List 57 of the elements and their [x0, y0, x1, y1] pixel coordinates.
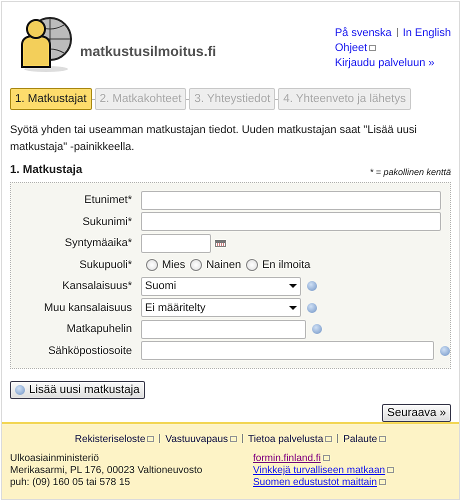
- external-link-icon: [230, 436, 238, 442]
- field-label: Muu kansalaisuus: [42, 300, 133, 315]
- radio-label: Mies: [162, 258, 186, 272]
- dropdown-value: Suomi: [145, 279, 176, 294]
- external-link[interactable]: formin.finland.fi: [253, 453, 321, 464]
- external-link-icon: [325, 436, 332, 442]
- field-label: Syntymäaika*: [64, 236, 133, 250]
- required-note: * = pakollinen kenttä: [370, 166, 451, 179]
- input-field[interactable]: [141, 212, 441, 232]
- field-label: Etunimet*: [83, 193, 133, 208]
- radio-button[interactable]: [190, 258, 202, 271]
- footer-link[interactable]: Vastuuvapaus: [165, 434, 228, 445]
- help-icon[interactable]: [312, 324, 322, 334]
- instruction-text: Syötä yhden tai useamman matkustajan tiedot. Uuden matkustajan saat "Lisää uusi matkustaja" -painikkeella.: [9, 123, 418, 156]
- radio-button[interactable]: [246, 258, 258, 271]
- dropdown-field[interactable]: Suomi: [141, 276, 301, 296]
- external-link-icon: [322, 455, 330, 461]
- login-link[interactable]: Kirjaudu palveluun »: [334, 57, 434, 69]
- footer-link[interactable]: Tietoa palvelusta: [248, 434, 324, 445]
- radio-button[interactable]: [146, 258, 158, 271]
- help-icon[interactable]: [440, 346, 450, 356]
- address-text: Merikasarmi, PL 176, 00023 Valtioneuvosto: [10, 465, 204, 477]
- help-link[interactable]: Ohjeet: [334, 42, 368, 54]
- site-title: matkustusilmoitus.fi: [80, 42, 216, 61]
- field-label: Sähköpostiosoite: [47, 344, 133, 358]
- external-link[interactable]: Suomen edustustot maittain: [253, 477, 377, 488]
- external-link[interactable]: Vinkkejä turvalliseen matkaan: [253, 465, 386, 476]
- external-link-icon: [379, 436, 386, 442]
- field-label: Kansalaisuus*: [61, 279, 133, 294]
- next-button[interactable]: Seuraava »: [382, 404, 451, 422]
- add-traveler-button[interactable]: Lisää uusi matkustaja: [10, 380, 145, 398]
- dropdown-value: Ei määritelty: [145, 300, 206, 316]
- field-label: Sukunimi*: [81, 214, 133, 229]
- step-tab[interactable]: 1. Matkustajat: [10, 88, 92, 110]
- calendar-icon: [215, 240, 226, 247]
- caret-icon: [289, 306, 297, 310]
- footer-link[interactable]: Rekisteriseloste: [74, 434, 146, 445]
- address-text: puh: (09) 160 05 tai 578 15: [10, 477, 132, 489]
- dropdown-field[interactable]: Ei määritelty: [141, 298, 301, 318]
- address-text: Ulkoasiainministeriö: [10, 453, 100, 465]
- external-link-icon: [369, 45, 376, 51]
- help-icon[interactable]: [307, 281, 317, 292]
- input-field[interactable]: [141, 190, 441, 210]
- footer-link[interactable]: Palaute: [343, 434, 378, 445]
- field-label: Matkapuhelin: [66, 322, 133, 336]
- radio-label: Nainen: [206, 258, 242, 272]
- date-field[interactable]: [141, 234, 211, 253]
- language-link[interactable]: På svenska: [334, 27, 392, 39]
- language-link[interactable]: In English: [402, 27, 451, 39]
- external-link-icon: [147, 436, 154, 442]
- input-field[interactable]: [141, 341, 434, 360]
- help-icon[interactable]: [307, 302, 317, 313]
- input-field[interactable]: [141, 320, 306, 339]
- caret-icon: [289, 284, 297, 288]
- radio-label: En ilmoita: [262, 258, 310, 272]
- section-title: 1. Matkustaja: [10, 163, 82, 178]
- field-label: Sukupuoli*: [78, 258, 133, 272]
